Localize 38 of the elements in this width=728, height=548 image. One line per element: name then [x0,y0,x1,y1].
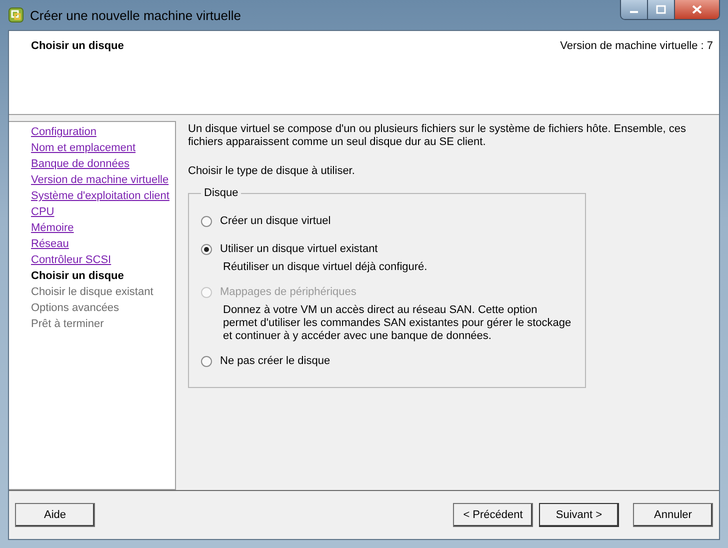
step-link[interactable]: Nom et emplacement [31,140,136,156]
step-item: Options avancées [31,301,120,316]
minimize-button[interactable] [621,0,648,19]
next-button[interactable]: Suivant > [539,503,619,527]
back-button[interactable]: < Précédent [453,503,533,527]
radio-button[interactable] [201,244,212,254]
step-item: Choisir un disque [31,269,124,284]
step-link[interactable]: Mémoire [31,220,74,236]
step-link[interactable]: Configuration [31,124,96,140]
step-link[interactable]: Réseau [31,236,69,252]
step-item: Choisir le disque existant [31,285,154,300]
step-link[interactable]: CPU [31,204,54,220]
step-link[interactable]: Contrôleur SCSI [31,252,112,268]
cancel-button[interactable]: Annuler [633,503,713,527]
radio-button[interactable] [201,216,212,226]
help-button[interactable]: Aide [15,503,95,527]
radio-option: Mappages de périphériques [201,280,573,304]
step-link[interactable]: Version de machine virtuelle [31,172,169,188]
prompt-text: Choisir le type de disque à utiliser. [188,165,356,177]
app-icon [8,7,24,23]
window-title: Créer une nouvelle machine virtuelle [30,8,242,22]
radio-button[interactable] [201,356,212,366]
step-item: Prêt à terminer [31,317,104,332]
radio-option[interactable]: Ne pas créer le disque [201,349,573,373]
page-title: Choisir un disque [31,40,124,52]
group-title: Disque [203,187,240,199]
maximize-icon [656,5,666,14]
close-icon [692,5,702,14]
option-description: Donnez à votre VM un accès direct au réseau SAN. Cette option permet d'utiliser les commandes SAN existantes pour gérer le stockage et continuer à y accéder avec une banque de données. [223,304,572,343]
step-link[interactable]: Système d'exploitation client [31,188,170,204]
version-label: Version de machine virtuelle : 7 [560,40,713,52]
radio-option[interactable]: Utiliser un disque virtuel existant [201,237,573,261]
radio-option[interactable]: Créer un disque virtuel [201,209,573,233]
close-button[interactable] [675,0,719,19]
maximize-button[interactable] [648,0,675,19]
intro-text: Un disque virtuel se compose d'un ou plusieurs fichiers sur le système de fichiers hôte. Ensemble, ces fichiers apparaissent comme un seul disque dur au SE client. [188,123,687,149]
option-description: Réutiliser un disque virtuel déjà configuré. [223,261,428,274]
step-link[interactable]: Banque de données [31,156,130,172]
